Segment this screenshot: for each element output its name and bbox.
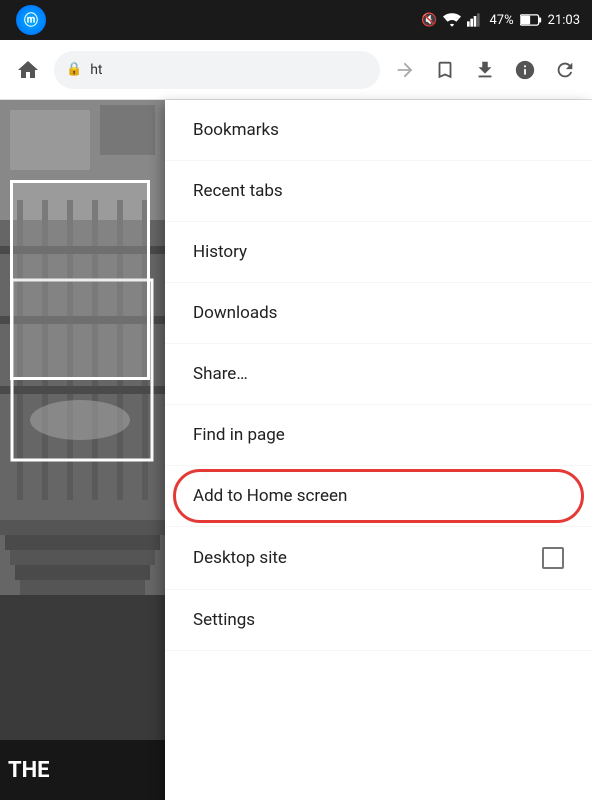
refresh-button[interactable] xyxy=(546,51,584,89)
page-background: THE xyxy=(0,100,165,800)
battery-text: 47% xyxy=(489,13,513,28)
desktop-site-label: Desktop site xyxy=(193,548,287,568)
forward-button[interactable] xyxy=(386,51,424,89)
bookmarks-label: Bookmarks xyxy=(193,120,279,140)
address-bar[interactable]: 🔒 ht xyxy=(54,51,380,89)
add-to-home-screen-label: Add to Home screen xyxy=(193,486,347,506)
download-button[interactable] xyxy=(466,51,504,89)
status-left: ⓜ xyxy=(16,5,46,35)
home-button[interactable] xyxy=(8,50,48,90)
mute-icon: 🔇 xyxy=(421,13,437,28)
messenger-icon: ⓜ xyxy=(16,5,46,35)
desktop-site-checkbox[interactable] xyxy=(542,547,564,569)
browser-toolbar: 🔒 ht xyxy=(0,40,592,100)
page-bottom-text: THE xyxy=(8,758,50,783)
history-label: History xyxy=(193,242,247,262)
menu-item-find-in-page[interactable]: Find in page xyxy=(165,405,592,466)
menu-item-share[interactable]: Share… xyxy=(165,344,592,405)
info-button[interactable] xyxy=(506,51,544,89)
menu-item-desktop-site[interactable]: Desktop site xyxy=(165,527,592,590)
menu-item-bookmarks[interactable]: Bookmarks xyxy=(165,100,592,161)
downloads-label: Downloads xyxy=(193,303,277,323)
signal-icon xyxy=(467,13,483,27)
street-image: THE xyxy=(0,100,165,800)
share-label: Share… xyxy=(193,364,248,384)
menu-item-downloads[interactable]: Downloads xyxy=(165,283,592,344)
status-right: 🔇 47% 21:03 xyxy=(421,13,580,28)
address-text: ht xyxy=(90,62,102,78)
secure-lock-icon: 🔒 xyxy=(66,62,82,77)
status-bar: ⓜ 🔇 47% 21:03 xyxy=(0,0,592,40)
dropdown-menu: Bookmarks Recent tabs History Downloads … xyxy=(165,100,592,800)
menu-item-history[interactable]: History xyxy=(165,222,592,283)
recent-tabs-label: Recent tabs xyxy=(193,181,283,201)
bottom-strip: THE xyxy=(0,740,165,800)
menu-item-settings[interactable]: Settings xyxy=(165,590,592,651)
bookmark-button[interactable] xyxy=(426,51,464,89)
settings-label: Settings xyxy=(193,610,255,630)
wifi-icon xyxy=(443,13,461,27)
menu-item-add-to-home-screen[interactable]: Add to Home screen xyxy=(165,466,592,527)
toolbar-icons xyxy=(386,51,584,89)
battery-icon xyxy=(520,14,542,26)
menu-item-recent-tabs[interactable]: Recent tabs xyxy=(165,161,592,222)
selection-frame xyxy=(10,180,150,380)
time-display: 21:03 xyxy=(548,13,580,28)
find-in-page-label: Find in page xyxy=(193,425,285,445)
